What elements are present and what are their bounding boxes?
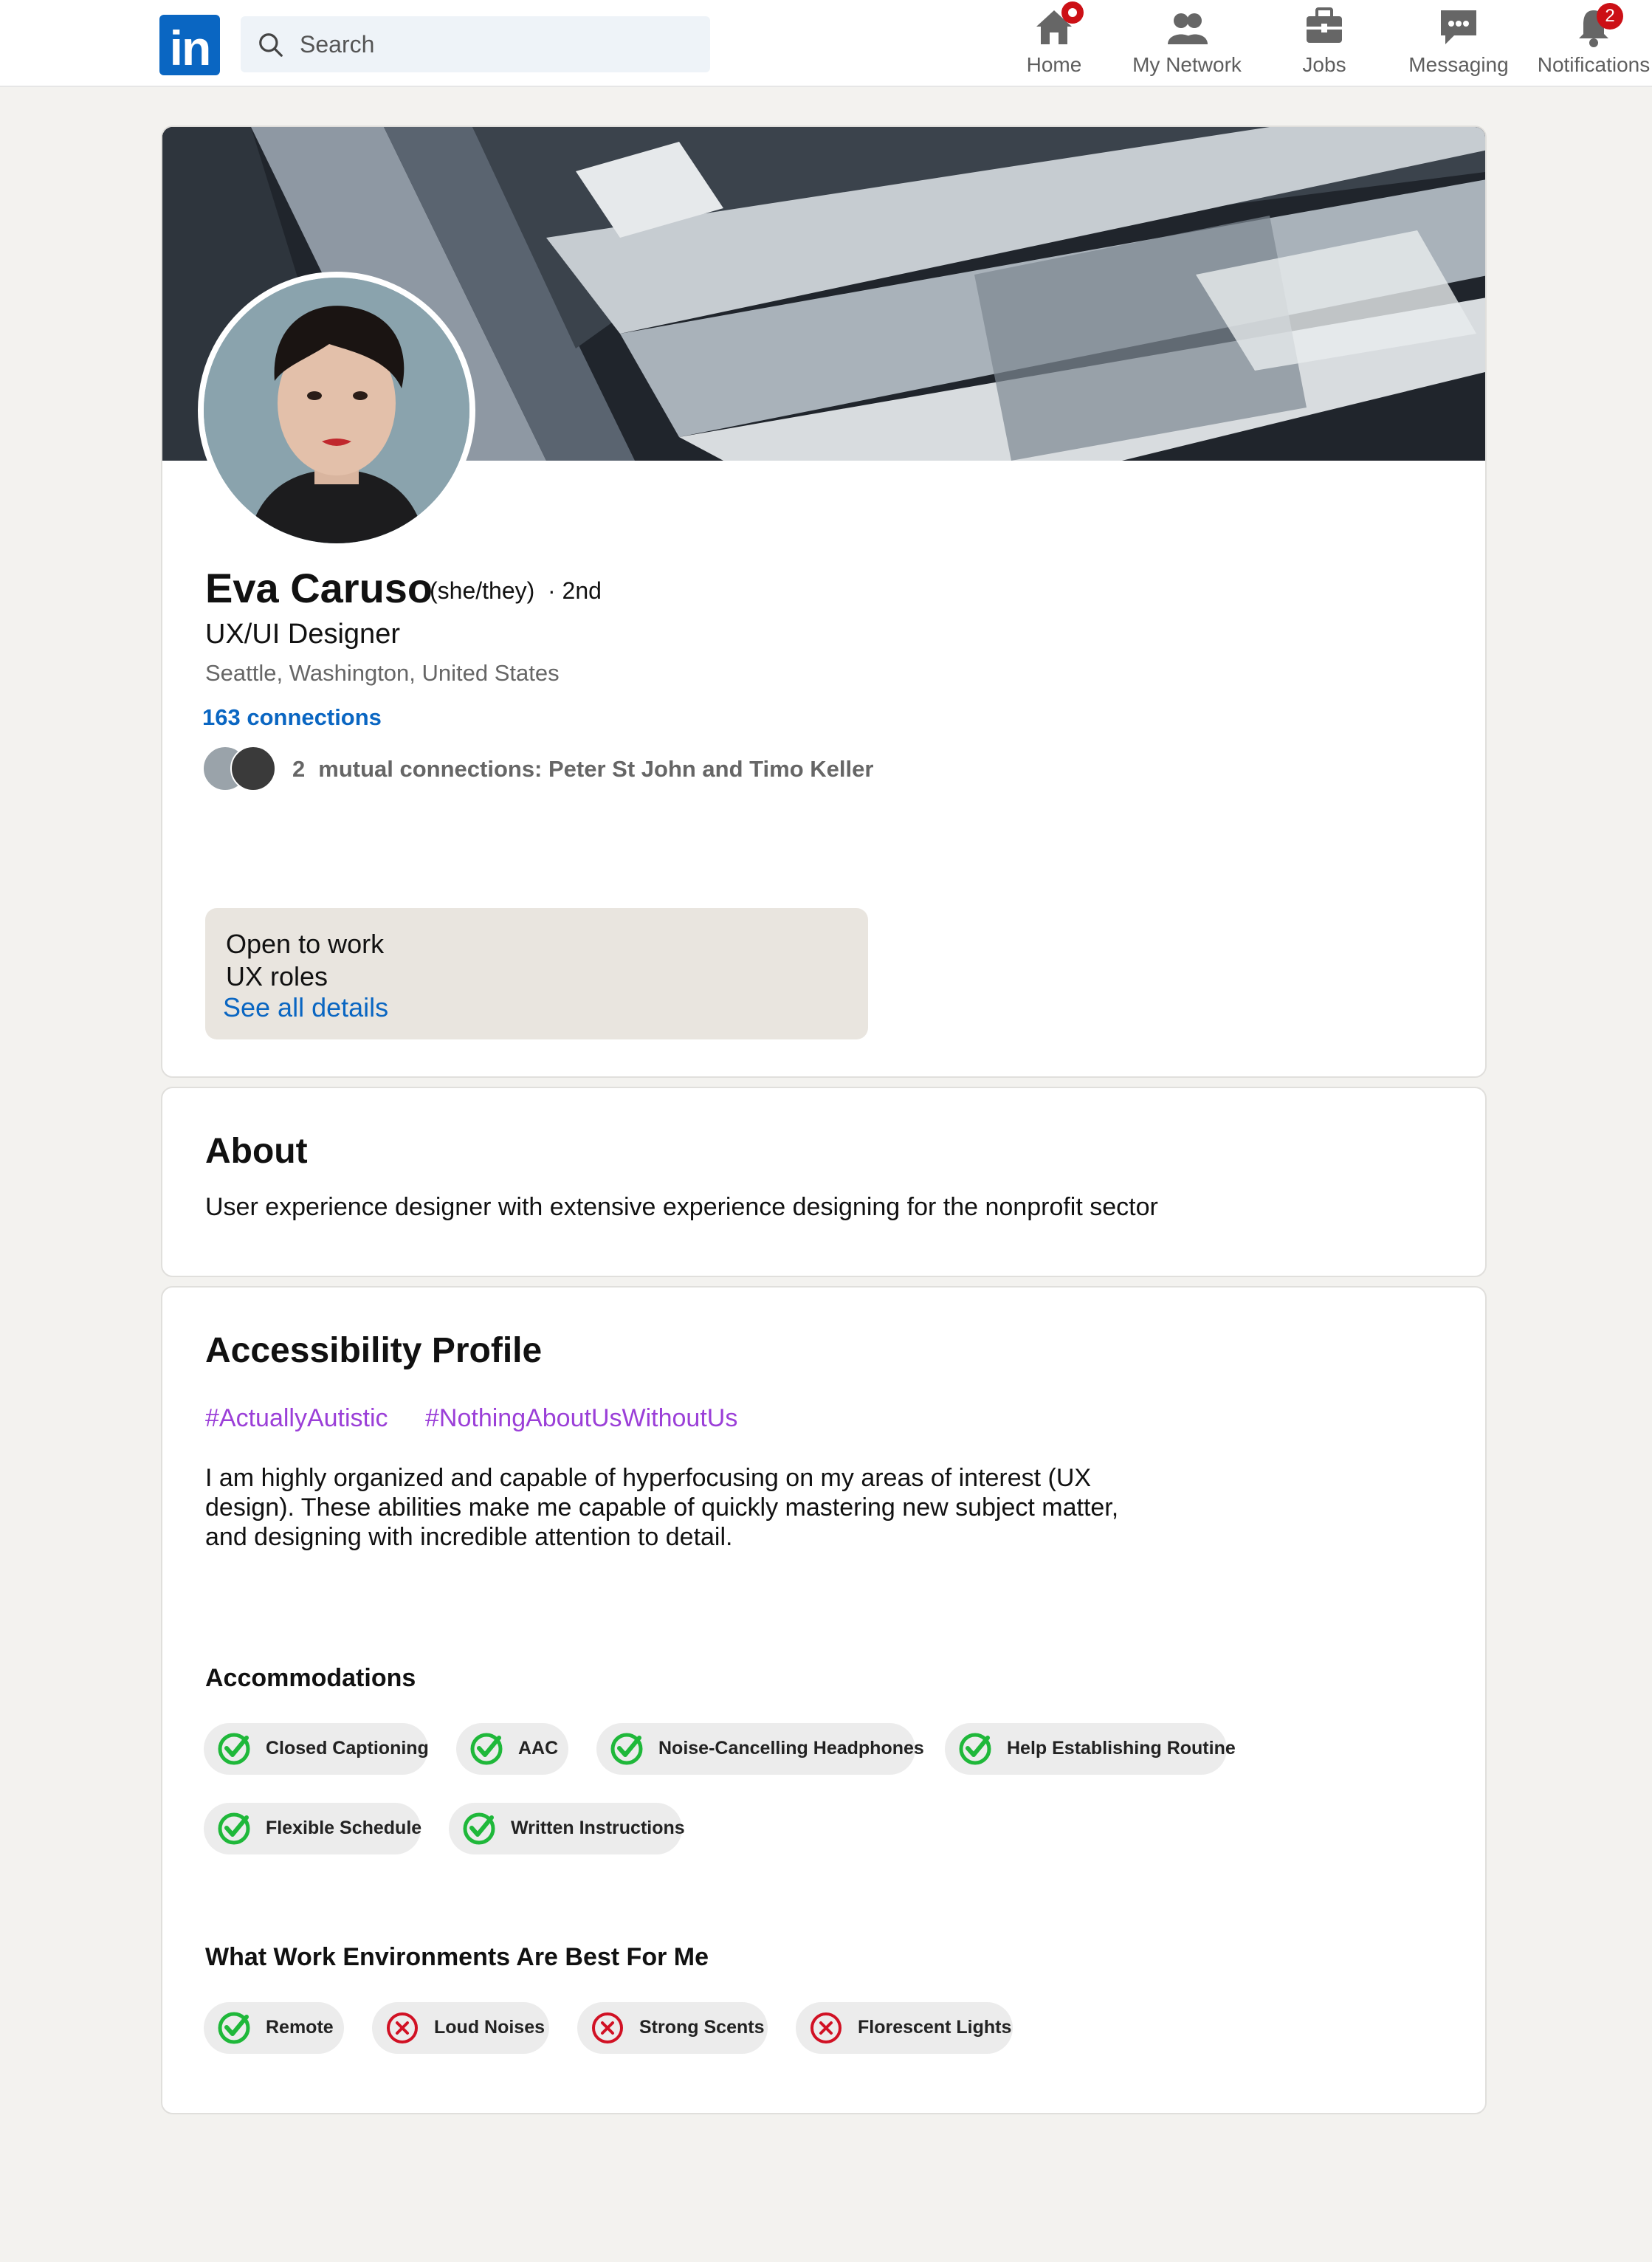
avatar xyxy=(230,746,276,791)
accommodation-pill: Written Instructions xyxy=(449,1803,685,1854)
accommodation-pill: Flexible Schedule xyxy=(204,1803,421,1854)
connection-degree: · 2nd xyxy=(548,577,602,604)
accessibility-profile-card: Accessibility Profile #ActuallyAutistic … xyxy=(161,1286,1487,2114)
environment-label: Strong Scents xyxy=(639,2017,765,2038)
work-environments-heading: What Work Environments Are Best For Me xyxy=(205,1943,709,1971)
nav-notifications[interactable]: 2 Notifications xyxy=(1535,3,1652,83)
notifications-count-badge: 2 xyxy=(1597,3,1623,30)
check-icon xyxy=(470,1733,503,1765)
search-icon xyxy=(259,33,283,57)
accommodation-pill: Help Establishing Routine xyxy=(945,1723,1236,1775)
accommodation-pill: Closed Captioning xyxy=(204,1723,429,1775)
accommodation-label: Noise-Cancelling Headphones xyxy=(658,1738,924,1759)
profile-pronouns: (she/they) xyxy=(430,577,535,604)
profile-card: Eva Caruso (she/they) · 2nd UX/UI Design… xyxy=(161,126,1487,1078)
about-text: User experience designer with extensive … xyxy=(205,1193,1158,1221)
accessibility-heading: Accessibility Profile xyxy=(205,1331,543,1370)
profile-photo[interactable] xyxy=(198,272,475,549)
environment-pill: Florescent Lights xyxy=(796,2002,1013,2054)
environment-label: Remote xyxy=(266,2017,334,2038)
accommodation-label: Flexible Schedule xyxy=(266,1818,422,1838)
accommodation-label: Help Establishing Routine xyxy=(1007,1738,1236,1759)
open-to-work-box: Open to work UX roles See all details xyxy=(205,908,868,1039)
mutual-connection-avatars[interactable] xyxy=(202,746,279,794)
accommodation-label: Written Instructions xyxy=(511,1818,685,1838)
profile-headline: UX/UI Designer xyxy=(205,619,400,650)
bell-icon: 2 xyxy=(1572,3,1623,47)
environment-pill: Strong Scents xyxy=(577,2002,768,2054)
hashtag-nothing-about-us[interactable]: #NothingAboutUsWithoutUs xyxy=(425,1404,737,1433)
cross-icon xyxy=(810,2012,842,2043)
connections-link[interactable]: 163 connections xyxy=(202,704,382,731)
home-icon xyxy=(1032,1,1084,47)
nav-messaging[interactable]: Messaging xyxy=(1404,6,1513,83)
search-bar xyxy=(241,16,710,72)
accommodation-pill: AAC xyxy=(456,1723,568,1775)
check-icon xyxy=(218,2012,250,2044)
check-icon xyxy=(218,1733,250,1765)
environment-label: Florescent Lights xyxy=(858,2017,1012,2038)
accommodation-label: AAC xyxy=(518,1738,559,1759)
open-to-work-roles: UX roles xyxy=(226,961,328,991)
environment-label: Loud Noises xyxy=(434,2017,545,2038)
nav-my-network[interactable]: My Network xyxy=(1128,6,1246,83)
accessibility-description: I am highly organized and capable of hyp… xyxy=(205,1464,1119,1551)
network-icon xyxy=(1165,6,1209,47)
nav-home[interactable]: Home xyxy=(1014,1,1094,83)
home-notification-dot xyxy=(1061,1,1084,24)
environment-pill: Remote xyxy=(204,2002,344,2054)
search-input[interactable] xyxy=(300,27,684,62)
see-all-details-link[interactable]: See all details xyxy=(223,992,388,1023)
mutual-count: 2 xyxy=(292,756,306,782)
check-icon xyxy=(463,1812,495,1845)
hashtag-actually-autistic[interactable]: #ActuallyAutistic xyxy=(205,1404,388,1433)
briefcase-icon xyxy=(1302,6,1346,47)
nav-label-home: Home xyxy=(1026,53,1082,76)
nav-label-jobs: Jobs xyxy=(1302,53,1346,76)
accommodation-pill: Noise-Cancelling Headphones xyxy=(596,1723,924,1775)
cross-icon xyxy=(592,2012,623,2043)
nav-label-my-network: My Network xyxy=(1132,53,1242,76)
chat-icon xyxy=(1436,6,1481,47)
mutual-connections-label: mutual connections: Peter St John and Ti… xyxy=(318,756,874,782)
about-card: About User experience designer with exte… xyxy=(161,1087,1487,1277)
environment-pill: Loud Noises xyxy=(372,2002,549,2054)
mutual-connections[interactable]: 2 mutual connections: Peter St John and T… xyxy=(292,756,873,783)
check-icon xyxy=(218,1812,250,1845)
linkedin-logo[interactable]: in xyxy=(159,15,220,75)
top-navigation: in Home My Network Jobs Messaging 2 xyxy=(0,0,1652,87)
about-heading: About xyxy=(205,1132,308,1171)
accommodations-heading: Accommodations xyxy=(205,1664,416,1692)
profile-location: Seattle, Washington, United States xyxy=(205,660,560,686)
accommodation-label: Closed Captioning xyxy=(266,1738,429,1759)
nav-jobs[interactable]: Jobs xyxy=(1289,6,1360,83)
check-icon xyxy=(610,1733,643,1765)
cross-icon xyxy=(387,2012,418,2043)
nav-label-notifications: Notifications xyxy=(1537,53,1651,76)
check-icon xyxy=(959,1733,991,1765)
nav-label-messaging: Messaging xyxy=(1408,53,1509,76)
open-to-work-title: Open to work xyxy=(226,929,385,959)
profile-name: Eva Caruso xyxy=(205,565,433,611)
